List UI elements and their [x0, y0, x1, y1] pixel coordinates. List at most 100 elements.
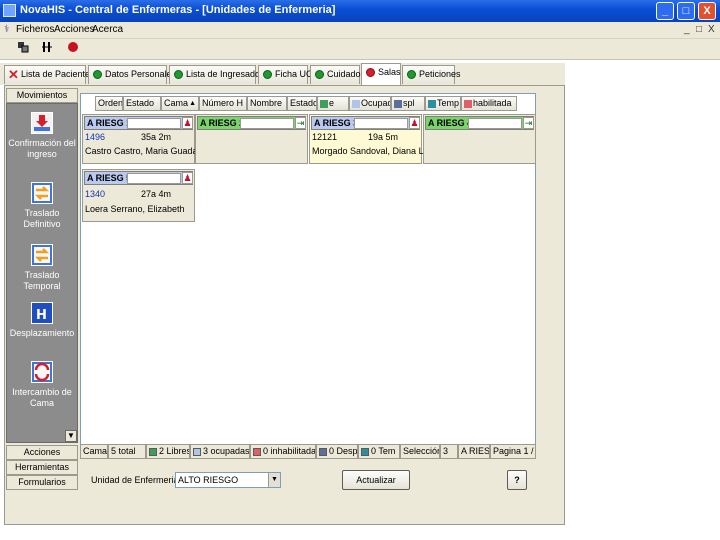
menu-acerca[interactable]: Acerca [92, 24, 123, 35]
mdi-minimize-button[interactable]: _ [684, 24, 690, 35]
sidebar-header-acciones[interactable]: Acciones [6, 445, 78, 460]
sidebar-scroll-down-button[interactable]: ▼ [65, 430, 77, 442]
bed-card-bar: A RIESG 3 ♟ [311, 116, 420, 130]
patient-icon[interactable]: ♟ [182, 172, 193, 184]
col-temp[interactable]: Temp [425, 96, 461, 111]
green-dot-icon [174, 70, 183, 79]
unit-select[interactable]: ALTO RIESGO ▼ [175, 472, 281, 488]
sidebar-header-formularios[interactable]: Formularios [6, 475, 78, 490]
tab-strip: ✕ Lista de Pacientes Datos Personales Li… [0, 63, 565, 85]
sidebar-header-movimientos[interactable]: Movimientos [6, 88, 78, 103]
legend-swatch [464, 99, 472, 108]
bed-card-a-riesg-4[interactable]: A RIESG 4 ⇥ [423, 114, 536, 164]
swap-icon [31, 361, 53, 383]
split-icon[interactable] [38, 41, 56, 58]
sidebar-item-intercambio-de-cama[interactable]: Intercambio de Cama [7, 361, 77, 409]
bed-note-field[interactable] [127, 118, 181, 129]
legend-swatch [428, 99, 436, 108]
patient-number: 1340 [85, 189, 106, 199]
title-bar: NovaHIS - Central de Enfermeras - [Unida… [0, 0, 720, 22]
layers-icon[interactable] [14, 41, 32, 58]
status-ocupadas: 3 ocupadas [190, 444, 250, 459]
col-nombre[interactable]: Nombre [247, 96, 287, 111]
col-estados[interactable]: Estados [287, 96, 317, 111]
sidebar-item-label: Confirmación del ingreso [8, 138, 76, 159]
menu-ficheros[interactable]: Ficheros [16, 24, 54, 35]
col-libre[interactable]: e [317, 96, 349, 111]
bed-name: A RIESG 3 [314, 118, 359, 128]
bed-note-field[interactable] [240, 118, 294, 129]
beds-grid: Orden Estado Cama ▲ Número H Nombre Esta… [80, 93, 536, 459]
red-dot-icon [366, 68, 375, 77]
bed-card-a-riesg-3[interactable]: A RIESG 3 ♟ 12121 19a 5m Morgado Sandova… [309, 114, 447, 164]
col-ocupado[interactable]: Ocupado [349, 96, 391, 111]
bed-note-field[interactable] [468, 118, 522, 129]
status-despl: 0 Despl [316, 444, 358, 459]
refresh-button[interactable]: Actualizar [342, 470, 410, 490]
sidebar-item-label: Desplazamiento [9, 328, 75, 338]
mdi-restore-button[interactable]: □ [696, 24, 702, 35]
tab-lista-de-ingresados[interactable]: Lista de Ingresados [169, 65, 265, 84]
status-bar: Camas 5 total 2 Libres 3 ocupadas 0 inha… [80, 444, 536, 459]
tab-cuidados[interactable]: Cuidados [310, 65, 365, 84]
menu-bar: ⚕ Ficheros Acciones Acerca _ □ X [0, 22, 720, 39]
mdi-close-button[interactable]: X [708, 24, 715, 35]
bed-card-bar: A RIESG 1 ♟ [84, 116, 193, 130]
bed-free-icon[interactable]: ⇥ [295, 117, 306, 129]
bed-note-field[interactable] [127, 173, 181, 184]
tab-lista-de-pacientes[interactable]: ✕ Lista de Pacientes [4, 65, 95, 84]
minimize-button[interactable]: _ [656, 2, 674, 20]
col-estado[interactable]: Estado [123, 96, 161, 111]
green-dot-icon [315, 70, 324, 79]
legend-swatch [193, 447, 201, 456]
bed-card-a-riesg-1[interactable]: A RIESG 1 ♟ 1496 35a 2m Castro Castro, M… [82, 114, 215, 164]
arrow-down-icon [31, 112, 53, 134]
bed-name: A RIESG 1 [87, 118, 132, 128]
status-label: 2 Libres [159, 446, 190, 456]
col-label: Cama [164, 98, 189, 108]
help-button[interactable]: ? [507, 470, 527, 490]
tab-ficha-uc[interactable]: Ficha UC [258, 65, 313, 84]
col-despl[interactable]: spl [391, 96, 425, 111]
menu-acciones[interactable]: Acciones [54, 24, 95, 35]
status-label: 0 Tem [371, 446, 396, 456]
sidebar-item-confirmacion[interactable]: Confirmación del ingreso [7, 112, 77, 160]
col-label: habilitada [473, 98, 512, 108]
grid-header-row: Orden Estado Cama ▲ Número H Nombre Esta… [81, 96, 535, 111]
col-orden[interactable]: Orden [95, 96, 123, 111]
tab-peticiones[interactable]: Peticiones [402, 65, 461, 84]
sidebar-item-traslado-definitivo[interactable]: Traslado Definitivo [7, 182, 77, 230]
patient-number: 12121 [312, 132, 338, 142]
sidebar-header-herramientas[interactable]: Herramientas [6, 460, 78, 475]
close-button[interactable]: X [698, 2, 716, 20]
col-numero-h[interactable]: Número H [199, 96, 247, 111]
tab-datos-personales[interactable]: Datos Personales [88, 65, 176, 84]
patient-age: 35a 2m [141, 132, 172, 142]
chevron-down-icon[interactable]: ▼ [268, 473, 280, 487]
sidebar-panel: Confirmación del ingreso Traslado Defini… [6, 103, 78, 443]
patient-icon[interactable]: ♟ [182, 117, 193, 129]
mdi-app-icon: ⚕ [4, 24, 10, 35]
tab-salas[interactable]: Salas [361, 63, 401, 85]
col-label: spl [403, 98, 415, 108]
sidebar-item-desplazamiento[interactable]: H Desplazamiento [7, 302, 77, 339]
hospital-h-icon: H [31, 302, 53, 324]
maximize-button[interactable]: □ [677, 2, 695, 20]
patient-icon[interactable]: ♟ [409, 117, 420, 129]
patient-age: 27a 4m [141, 189, 172, 199]
bed-free-icon[interactable]: ⇥ [523, 117, 534, 129]
col-inhabilitada[interactable]: habilitada [461, 96, 517, 111]
tab-label: Ficha UC [275, 69, 313, 79]
bed-card-a-riesg-2[interactable]: A RIESG 2 ⇥ [195, 114, 308, 164]
bed-note-field[interactable] [354, 118, 408, 129]
stop-icon[interactable] [64, 41, 82, 58]
tab-label: Salas [378, 67, 401, 77]
toolbar [0, 39, 720, 60]
legend-swatch [149, 447, 157, 456]
bed-card-a-riesg-5[interactable]: A RIESG 5 ♟ 1340 27a 4m Loera Serrano, E… [82, 169, 195, 222]
col-cama[interactable]: Cama ▲ [161, 96, 199, 111]
sidebar-item-label: Intercambio de Cama [12, 387, 72, 408]
tab-label: Datos Personales [105, 69, 177, 79]
status-label: 0 Despl [329, 446, 358, 456]
sidebar-item-traslado-temporal[interactable]: Traslado Temporal [7, 244, 77, 292]
